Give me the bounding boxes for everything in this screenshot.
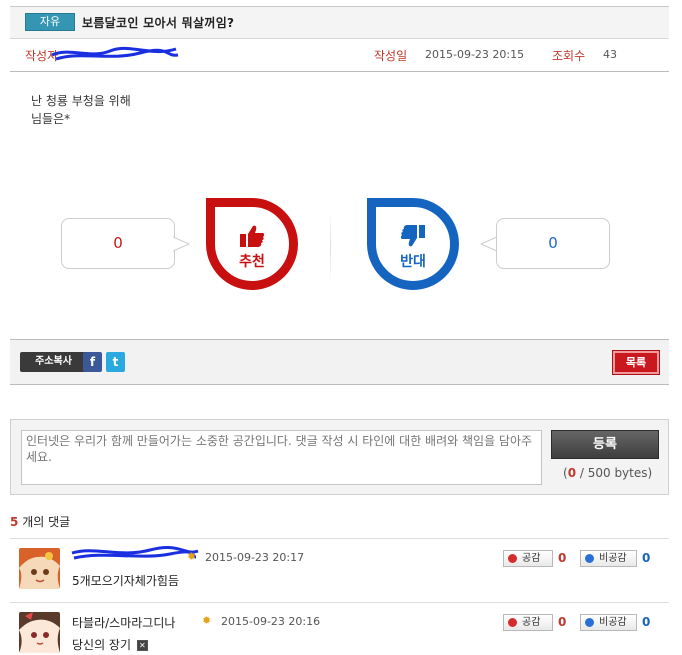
- commenter-redaction-scribble: [71, 545, 199, 560]
- avatar[interactable]: [19, 612, 60, 653]
- comment-count-suffix: 개의 댓글: [22, 515, 71, 529]
- post-title-bar: 자유 보름달코인 모아서 뭐살꺼임?: [10, 6, 669, 39]
- byte-counter: (0 / 500 bytes): [563, 466, 652, 480]
- comment-text: 5개모으기자체가힘듬: [72, 574, 179, 588]
- thumbs-down-icon: [400, 225, 425, 247]
- avatar[interactable]: [19, 548, 60, 589]
- twitter-share-button[interactable]: t: [106, 352, 125, 372]
- downvote-label: 반대: [400, 254, 426, 270]
- broken-image-icon: ✕: [136, 640, 148, 651]
- comment-dislike-count: 0: [642, 615, 651, 629]
- vote-divider: [330, 212, 331, 282]
- comment-like-count: 0: [558, 615, 567, 629]
- comment-like-label: 공감: [522, 617, 541, 628]
- comment-item: 타블라/스마라그디나 ✹ 2015-09-23 20:16 당신의 장기 ✕ 공…: [10, 602, 669, 655]
- comment-dislike-button[interactable]: 비공감: [580, 550, 637, 567]
- upvote-count-box: 0: [61, 218, 175, 269]
- frown-icon: [585, 618, 594, 627]
- post-body: 난 청룡 부청을 위해 님들은*: [31, 92, 131, 128]
- frown-icon: [585, 554, 594, 563]
- downvote-bubble-tail: [479, 236, 498, 255]
- author-redaction-scribble: [51, 46, 179, 61]
- smile-icon: [508, 618, 517, 627]
- post-title: 보름달코인 모아서 뭐살꺼임?: [82, 16, 235, 30]
- comment-like-button[interactable]: 공감: [503, 550, 553, 567]
- comment-time: 2015-09-23 20:17: [205, 551, 305, 564]
- facebook-share-button[interactable]: f: [83, 352, 102, 372]
- comment-like-label: 공감: [522, 553, 541, 564]
- upvote-button[interactable]: 추천: [206, 198, 298, 290]
- upvote-label: 추천: [239, 254, 265, 270]
- post-body-line: 난 청룡 부청을 위해: [31, 94, 131, 108]
- sun-icon: ✹: [202, 614, 212, 627]
- comment-text: 당신의 장기: [72, 638, 132, 652]
- comment-like-button[interactable]: 공감: [503, 614, 553, 631]
- post-date: 2015-09-23 20:15: [425, 48, 525, 61]
- comment-dislike-button[interactable]: 비공감: [580, 614, 637, 631]
- comment-dislike-label: 비공감: [599, 553, 627, 564]
- comment-dislike-count: 0: [642, 551, 651, 565]
- views-label: 조회수: [552, 49, 586, 63]
- comment-count-number: 5: [10, 515, 19, 529]
- byte-counter-limit: / 500 bytes): [576, 466, 653, 480]
- upvote-bubble-tail: [173, 236, 191, 252]
- downvote-count-box: 0: [496, 218, 610, 269]
- post-meta-bar: 작성자 작성일 2015-09-23 20:15 조회수 43: [10, 39, 669, 72]
- comment-like-count: 0: [558, 551, 567, 565]
- comment-time: 2015-09-23 20:16: [221, 615, 321, 628]
- byte-counter-current: 0: [567, 466, 577, 480]
- comment-text-row: 당신의 장기 ✕: [72, 636, 148, 653]
- downvote-button[interactable]: 반대: [367, 198, 459, 290]
- views-count: 43: [603, 48, 617, 61]
- thumbs-up-icon: [240, 225, 265, 247]
- list-button[interactable]: 목록: [612, 350, 660, 375]
- comment-count-heading: 5 개의 댓글: [10, 513, 70, 530]
- comment-input[interactable]: [21, 430, 542, 485]
- submit-comment-button[interactable]: 등록: [551, 430, 659, 459]
- post-body-line: 님들은*: [31, 112, 71, 126]
- date-label: 작성일: [374, 49, 408, 63]
- commenter-name[interactable]: 타블라/스마라그디나: [72, 614, 175, 631]
- comment-form: 등록 (0 / 500 bytes): [10, 419, 669, 495]
- post-action-bar: 주소복사 f t 목록: [10, 339, 669, 385]
- comment-item: ✹ 2015-09-23 20:17 5개모으기자체가힘듬 공감 0 비공감 0: [10, 538, 669, 602]
- smile-icon: [508, 554, 517, 563]
- copy-url-button[interactable]: 주소복사: [20, 352, 87, 372]
- comment-dislike-label: 비공감: [599, 617, 627, 628]
- category-badge[interactable]: 자유: [25, 13, 75, 31]
- sun-icon: ✹: [187, 550, 197, 563]
